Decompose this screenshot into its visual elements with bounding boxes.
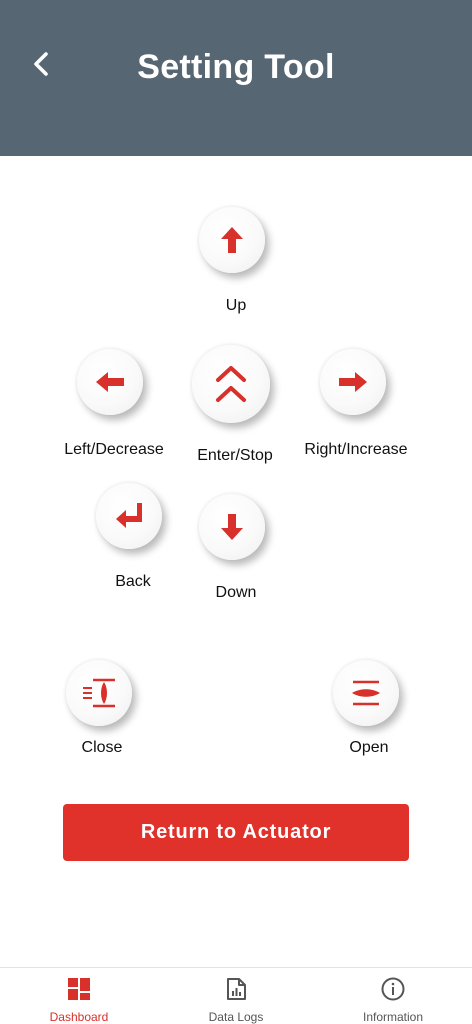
up-button[interactable] [199, 207, 265, 273]
dashboard-icon [68, 978, 90, 1000]
nav-data-logs-label: Data Logs [208, 1010, 264, 1024]
return-to-actuator-button[interactable]: Return to Actuator [63, 804, 409, 861]
down-button[interactable] [199, 494, 265, 560]
back-action-button[interactable] [96, 483, 162, 549]
right-increase-label: Right/Increase [304, 441, 408, 458]
nav-dashboard[interactable]: Dashboard [19, 968, 139, 1024]
nav-information-label: Information [362, 1010, 424, 1024]
data-logs-icon [227, 978, 246, 1000]
close-label: Close [81, 739, 123, 756]
close-button[interactable] [66, 660, 132, 726]
page-title: Setting Tool [137, 48, 335, 86]
arrow-left-icon [96, 372, 124, 392]
enter-stop-button[interactable] [192, 345, 270, 423]
right-increase-button[interactable] [320, 349, 386, 415]
nav-dashboard-label: Dashboard [49, 1010, 109, 1024]
valve-open-icon [352, 680, 380, 706]
double-chevron-up-down-icon [216, 366, 246, 402]
down-label: Down [215, 584, 257, 601]
valve-close-icon [83, 678, 115, 708]
left-decrease-label: Left/Decrease [64, 441, 164, 458]
arrow-up-icon [221, 227, 243, 253]
app-header: Setting Tool [0, 0, 472, 156]
bottom-nav: Dashboard Data Logs Information [0, 967, 472, 1024]
open-label: Open [349, 739, 389, 756]
left-decrease-button[interactable] [77, 349, 143, 415]
arrow-down-icon [221, 514, 243, 540]
return-arrow-icon [116, 503, 142, 528]
nav-data-logs[interactable]: Data Logs [176, 968, 296, 1024]
up-label: Up [225, 297, 247, 314]
enter-stop-label: Enter/Stop [197, 447, 273, 464]
arrow-right-icon [339, 372, 367, 392]
info-icon [381, 977, 405, 1001]
open-button[interactable] [333, 660, 399, 726]
nav-information[interactable]: Information [333, 968, 453, 1024]
back-label: Back [115, 573, 151, 590]
